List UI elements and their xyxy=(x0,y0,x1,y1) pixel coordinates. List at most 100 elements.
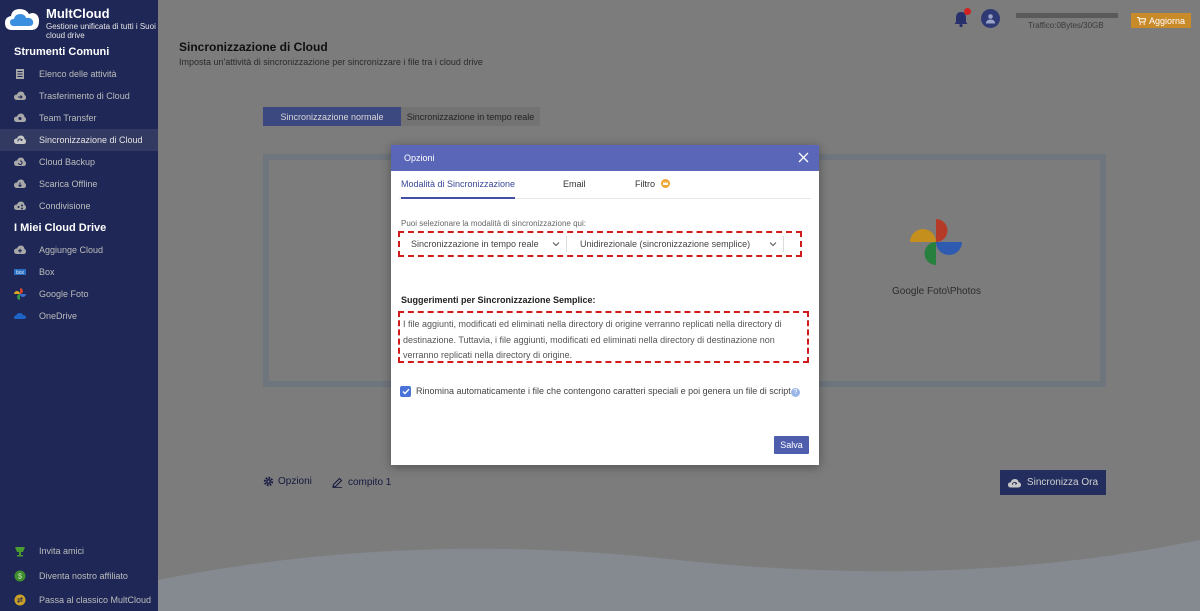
sidebar-item-invite-friends[interactable]: Invita amici xyxy=(0,540,158,562)
sidebar-item-cloud-backup[interactable]: Cloud Backup xyxy=(0,151,158,173)
page-title: Sincronizzazione di Cloud xyxy=(179,40,328,54)
sidebar-item-label: Scarica Offline xyxy=(39,179,98,189)
help-icon[interactable]: ? xyxy=(791,388,800,397)
coin-icon: $ xyxy=(14,570,26,582)
sidebar-item-task-list[interactable]: Elenco delle attività xyxy=(0,63,158,85)
task-list-icon xyxy=(14,68,26,80)
sidebar-item-label: Trasferimento di Cloud xyxy=(39,91,130,101)
multcloud-logo[interactable]: MultCloud Gestione unificata di tutti i … xyxy=(4,4,156,44)
rename-checkbox-label: Rinomina automaticamente i file che cont… xyxy=(416,386,794,396)
tips-title: Suggerimenti per Sincronizzazione Sempli… xyxy=(401,295,596,305)
traffic-text: Traffico:0Bytes/30GB xyxy=(1028,21,1104,30)
sidebar-item-team-transfer[interactable]: Team Transfer xyxy=(0,107,158,129)
sidebar-item-classic-multcloud[interactable]: Passa al classico MultCloud xyxy=(0,589,158,611)
app-name: MultCloud xyxy=(46,6,110,21)
share-icon xyxy=(14,200,26,212)
close-icon[interactable] xyxy=(798,152,809,163)
sidebar-item-label: Invita amici xyxy=(39,546,85,556)
gift-icon xyxy=(14,545,26,557)
page-subtitle: Imposta un'attività di sincronizzazione … xyxy=(179,57,483,67)
dialog-tabs: Modalità di Sincronizzazione Email Filtr… xyxy=(399,171,811,199)
dialog-header: Opzioni xyxy=(391,145,819,171)
task-name-link[interactable]: compito 1 xyxy=(332,477,391,488)
sync-direction-select[interactable]: Unidirezionale (sincronizzazione semplic… xyxy=(576,236,784,252)
box-logo-icon: box xyxy=(14,266,26,278)
sync-mode-value: Sincronizzazione in tempo reale xyxy=(411,239,539,249)
app-tagline: Gestione unificata di tutti i Suoi cloud… xyxy=(46,22,156,40)
svg-text:$: $ xyxy=(18,573,22,580)
save-button[interactable]: Salva xyxy=(774,436,809,454)
sidebar-item-label: Team Transfer xyxy=(39,113,97,123)
check-icon xyxy=(402,388,410,395)
background-wave xyxy=(158,540,1200,611)
notification-badge xyxy=(964,8,971,15)
svg-text:box: box xyxy=(16,270,25,276)
sidebar-item-affiliate[interactable]: $ Diventa nostro affiliato xyxy=(0,565,158,587)
tab-realtime-sync[interactable]: Sincronizzazione in tempo reale xyxy=(401,107,540,126)
section-my-cloud-drives: I Miei Cloud Drive xyxy=(14,222,107,234)
tab-sync-mode[interactable]: Modalità di Sincronizzazione xyxy=(401,179,515,189)
gear-icon xyxy=(263,476,274,487)
options-dialog: Opzioni Modalità di Sincronizzazione Ema… xyxy=(391,145,819,465)
sync-direction-value: Unidirezionale (sincronizzazione semplic… xyxy=(580,239,751,249)
sidebar-item-label: Google Foto xyxy=(39,289,89,299)
cloud-sync-icon xyxy=(1007,478,1021,487)
task-name-label: compito 1 xyxy=(348,477,392,488)
user-avatar[interactable] xyxy=(981,9,1000,28)
sidebar: MultCloud Gestione unificata di tutti i … xyxy=(0,0,158,611)
sidebar-item-label: Box xyxy=(39,267,55,277)
sidebar-item-google-photos[interactable]: Google Foto xyxy=(0,283,158,305)
options-link[interactable]: Opzioni xyxy=(263,476,312,487)
google-photos-icon xyxy=(910,219,962,265)
sidebar-item-onedrive[interactable]: OneDrive xyxy=(0,305,158,327)
rename-checkbox[interactable] xyxy=(400,386,411,397)
traffic-usage-bar xyxy=(1016,13,1118,18)
dialog-title: Opzioni xyxy=(404,153,435,163)
cloud-sync-icon xyxy=(14,134,26,146)
edit-pencil-icon xyxy=(332,477,343,488)
onedrive-icon xyxy=(14,310,26,322)
sidebar-item-label: Aggiunge Cloud xyxy=(39,245,104,255)
active-tab-indicator xyxy=(401,197,515,199)
sync-now-button[interactable]: Sincronizza Ora xyxy=(1000,470,1106,495)
switch-icon xyxy=(14,594,26,606)
section-common-tools: Strumenti Comuni xyxy=(14,46,110,58)
upgrade-button[interactable]: Aggiorna xyxy=(1131,13,1191,28)
team-transfer-icon xyxy=(14,112,26,124)
sync-mode-select[interactable]: Sincronizzazione in tempo reale xyxy=(407,236,567,252)
cloud-backup-icon xyxy=(14,156,26,168)
tab-email[interactable]: Email xyxy=(563,179,586,189)
tips-text: I file aggiunti, modificati ed eliminati… xyxy=(398,311,809,363)
user-icon xyxy=(986,14,995,24)
sidebar-item-label: Passa al classico MultCloud xyxy=(39,595,152,605)
sidebar-item-label: Diventa nostro affiliato xyxy=(39,571,128,581)
sidebar-item-label: Condivisione xyxy=(39,201,91,211)
add-cloud-icon xyxy=(14,244,26,256)
sidebar-item-offline-download[interactable]: Scarica Offline xyxy=(0,173,158,195)
chevron-down-icon xyxy=(552,242,560,247)
cloud-transfer-icon xyxy=(14,90,26,102)
sidebar-item-share[interactable]: Condivisione xyxy=(0,195,158,217)
sync-mode-highlight: Sincronizzazione in tempo reale Unidirez… xyxy=(398,231,802,257)
sidebar-item-cloud-transfer[interactable]: Trasferimento di Cloud xyxy=(0,85,158,107)
premium-crown-icon xyxy=(660,179,670,188)
upgrade-label: Aggiorna xyxy=(1148,15,1186,26)
options-label: Opzioni xyxy=(278,476,312,487)
sidebar-item-cloud-sync[interactable]: Sincronizzazione di Cloud xyxy=(0,129,158,151)
offline-download-icon xyxy=(14,178,26,190)
sync-mode-hint: Puoi selezionare la modalità di sincroni… xyxy=(401,219,586,228)
tab-filter[interactable]: Filtro xyxy=(635,179,670,189)
sync-now-label: Sincronizza Ora xyxy=(1026,477,1099,488)
sidebar-item-label: Sincronizzazione di Cloud xyxy=(39,135,143,145)
sidebar-item-add-cloud[interactable]: Aggiunge Cloud xyxy=(0,239,158,261)
tab-filter-label: Filtro xyxy=(635,179,655,189)
chevron-down-icon xyxy=(769,242,777,247)
sidebar-item-box[interactable]: box Box xyxy=(0,261,158,283)
sidebar-item-label: OneDrive xyxy=(39,311,78,321)
sidebar-item-label: Cloud Backup xyxy=(39,157,96,167)
google-photos-icon xyxy=(14,288,26,300)
sidebar-item-label: Elenco delle attività xyxy=(39,69,117,79)
tab-normal-sync[interactable]: Sincronizzazione normale xyxy=(263,107,401,126)
target-path-label: Google Foto\Photos xyxy=(892,286,981,297)
cart-icon xyxy=(1136,16,1146,25)
